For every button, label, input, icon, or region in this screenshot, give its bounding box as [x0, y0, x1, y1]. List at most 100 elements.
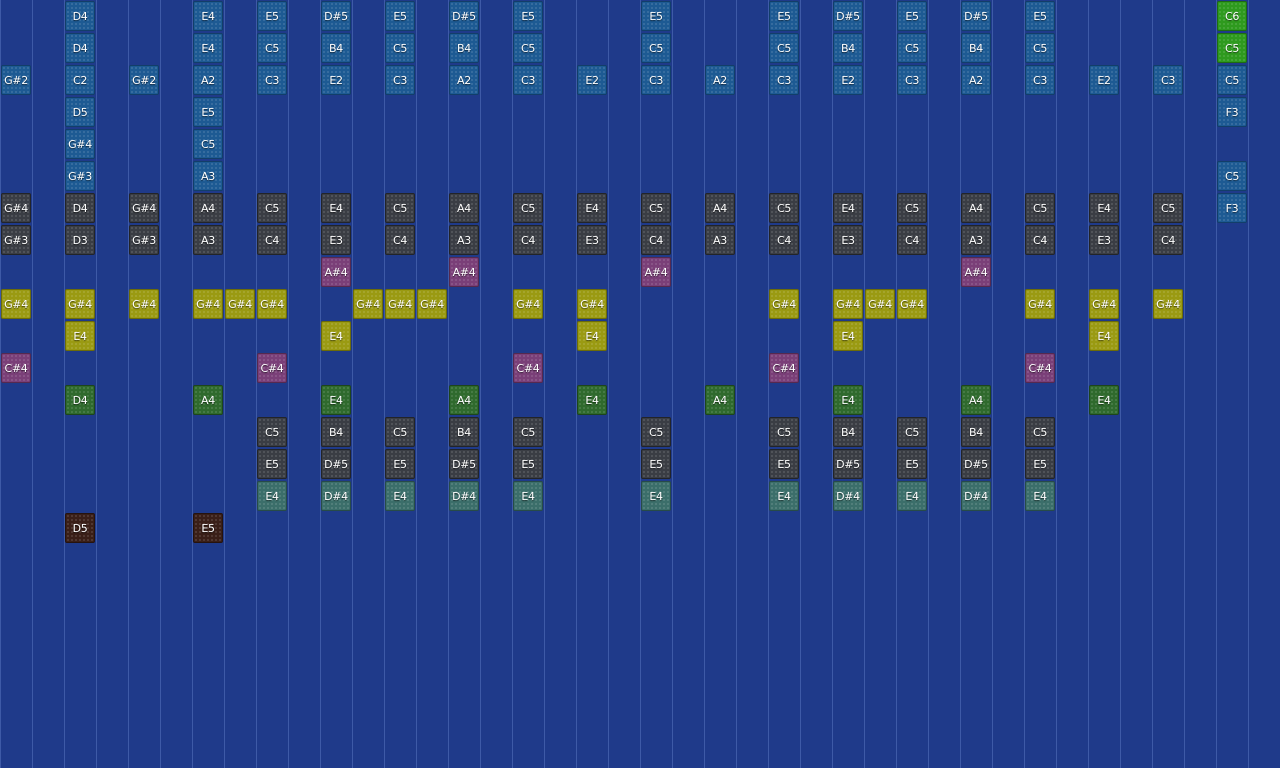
note-block[interactable]: D#4 — [449, 481, 479, 511]
note-block[interactable]: C4 — [897, 225, 927, 255]
note-block[interactable]: C4 — [1025, 225, 1055, 255]
note-block[interactable]: G#4 — [193, 289, 223, 319]
note-block[interactable]: E4 — [577, 385, 607, 415]
note-block[interactable]: A4 — [449, 193, 479, 223]
note-block[interactable]: C4 — [513, 225, 543, 255]
note-block[interactable]: E4 — [321, 385, 351, 415]
note-block[interactable]: G#2 — [1, 65, 31, 95]
note-block[interactable]: E5 — [257, 1, 287, 31]
note-block[interactable]: D#4 — [961, 481, 991, 511]
note-block[interactable]: C6 — [1217, 1, 1247, 31]
note-block[interactable]: A#4 — [449, 257, 479, 287]
note-block[interactable]: E5 — [641, 1, 671, 31]
note-block[interactable]: F3 — [1217, 97, 1247, 127]
note-block[interactable]: A#4 — [641, 257, 671, 287]
note-block[interactable]: C5 — [641, 417, 671, 447]
note-block[interactable]: D#5 — [321, 449, 351, 479]
note-block[interactable]: D4 — [65, 193, 95, 223]
note-block[interactable]: D#5 — [321, 1, 351, 31]
note-block[interactable]: E5 — [1025, 449, 1055, 479]
note-block[interactable]: D#5 — [449, 449, 479, 479]
note-block[interactable]: E4 — [1025, 481, 1055, 511]
note-block[interactable]: D4 — [65, 385, 95, 415]
note-block[interactable]: G#4 — [1, 289, 31, 319]
note-block[interactable]: E5 — [193, 513, 223, 543]
note-block[interactable]: E3 — [833, 225, 863, 255]
note-block[interactable]: E5 — [897, 1, 927, 31]
note-block[interactable]: A2 — [961, 65, 991, 95]
note-block[interactable]: D3 — [65, 225, 95, 255]
note-block[interactable]: E4 — [513, 481, 543, 511]
note-block[interactable]: D4 — [65, 1, 95, 31]
note-block[interactable]: C5 — [257, 33, 287, 63]
note-block[interactable]: C5 — [257, 193, 287, 223]
note-block[interactable]: C5 — [769, 417, 799, 447]
note-block[interactable]: G#4 — [1153, 289, 1183, 319]
note-block[interactable]: E4 — [385, 481, 415, 511]
note-block[interactable]: D#4 — [833, 481, 863, 511]
note-block[interactable]: C5 — [385, 33, 415, 63]
note-block[interactable]: E4 — [257, 481, 287, 511]
note-grid[interactable]: D4 E4 E5 D#5 E5 D#5 E5 E5 E5 D#5 E5 D#5 E5 C6 D4 E4 C5 B4… — [0, 0, 1280, 768]
note-block[interactable]: D#5 — [833, 449, 863, 479]
note-block[interactable]: C5 — [1025, 193, 1055, 223]
note-block[interactable]: C5 — [257, 417, 287, 447]
note-block[interactable]: C5 — [1025, 33, 1055, 63]
note-block[interactable]: C5 — [385, 193, 415, 223]
note-block[interactable]: G#4 — [1, 193, 31, 223]
note-block[interactable]: E5 — [1025, 1, 1055, 31]
note-block[interactable]: G#3 — [65, 161, 95, 191]
note-block[interactable]: G#4 — [129, 289, 159, 319]
note-block[interactable]: C4 — [769, 225, 799, 255]
note-block[interactable]: C#4 — [1025, 353, 1055, 383]
note-block[interactable]: C5 — [193, 129, 223, 159]
note-block[interactable]: G#4 — [225, 289, 255, 319]
note-block[interactable]: G#3 — [129, 225, 159, 255]
note-block[interactable]: A4 — [961, 193, 991, 223]
note-block[interactable]: E4 — [577, 193, 607, 223]
note-block[interactable]: B4 — [961, 417, 991, 447]
note-block[interactable]: E2 — [577, 65, 607, 95]
note-block[interactable]: B4 — [321, 33, 351, 63]
note-block[interactable]: A3 — [193, 225, 223, 255]
note-block[interactable]: C5 — [385, 417, 415, 447]
note-block[interactable]: B4 — [833, 33, 863, 63]
note-block[interactable]: A4 — [193, 193, 223, 223]
note-block[interactable]: G#2 — [129, 65, 159, 95]
note-block[interactable]: C3 — [897, 65, 927, 95]
note-block[interactable]: A4 — [705, 385, 735, 415]
note-block[interactable]: A#4 — [961, 257, 991, 287]
note-block[interactable]: C3 — [641, 65, 671, 95]
note-block[interactable]: C5 — [897, 33, 927, 63]
note-block[interactable]: C#4 — [513, 353, 543, 383]
note-block[interactable]: E4 — [1089, 385, 1119, 415]
note-block[interactable]: G#4 — [833, 289, 863, 319]
note-block[interactable]: E5 — [513, 449, 543, 479]
note-block[interactable]: G#4 — [1025, 289, 1055, 319]
note-block[interactable]: C5 — [1217, 161, 1247, 191]
note-block[interactable]: E4 — [65, 321, 95, 351]
note-block[interactable]: E5 — [513, 1, 543, 31]
note-block[interactable]: C3 — [769, 65, 799, 95]
note-block[interactable]: C5 — [641, 33, 671, 63]
note-block[interactable]: A#4 — [321, 257, 351, 287]
note-block[interactable]: D4 — [65, 33, 95, 63]
note-block[interactable]: E5 — [385, 449, 415, 479]
note-block[interactable]: C5 — [769, 193, 799, 223]
note-block[interactable]: D#5 — [961, 1, 991, 31]
note-block[interactable]: E3 — [321, 225, 351, 255]
note-block[interactable]: A2 — [193, 65, 223, 95]
note-block[interactable]: E4 — [1089, 321, 1119, 351]
note-block[interactable]: C5 — [513, 193, 543, 223]
note-block[interactable]: G#4 — [65, 289, 95, 319]
note-block[interactable]: C5 — [513, 417, 543, 447]
note-block[interactable]: A3 — [961, 225, 991, 255]
note-block[interactable]: G#4 — [769, 289, 799, 319]
note-block[interactable]: C5 — [769, 33, 799, 63]
note-block[interactable]: A2 — [705, 65, 735, 95]
note-block[interactable]: E4 — [833, 193, 863, 223]
note-block[interactable]: D#5 — [961, 449, 991, 479]
note-block[interactable]: C4 — [1153, 225, 1183, 255]
note-block[interactable]: D5 — [65, 513, 95, 543]
note-block[interactable]: B4 — [449, 417, 479, 447]
